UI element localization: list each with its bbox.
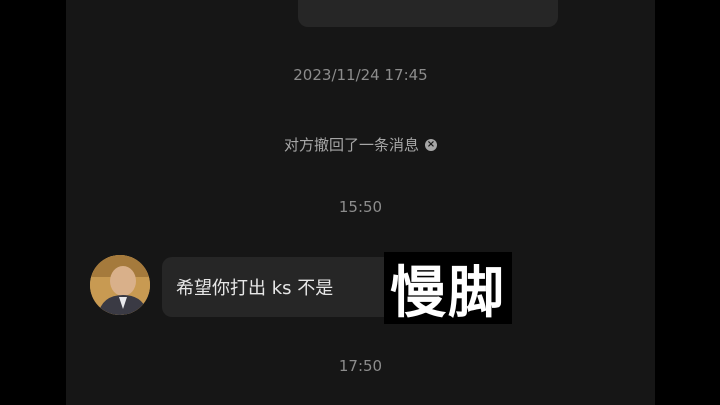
close-circle-icon[interactable]: × (425, 138, 437, 151)
timestamp: 2023/11/24 17:45 (293, 66, 428, 84)
avatar[interactable] (90, 255, 150, 315)
avatar-image (90, 255, 150, 315)
chat-screen: 2023/11/24 17:45 对方撤回了一条消息 × 15:50 希望你打出… (66, 0, 655, 405)
recall-notice: 对方撤回了一条消息 × (66, 134, 655, 155)
message-text: 希望你打出 ks 不是 (176, 278, 334, 299)
timestamp: 15:50 (338, 198, 383, 216)
recall-notice-text: 对方撤回了一条消息 (283, 136, 419, 154)
timestamp: 17:50 (338, 357, 383, 375)
caption-overlay: 慢脚 (384, 252, 512, 326)
message-bubble-partial[interactable] (298, 0, 558, 27)
